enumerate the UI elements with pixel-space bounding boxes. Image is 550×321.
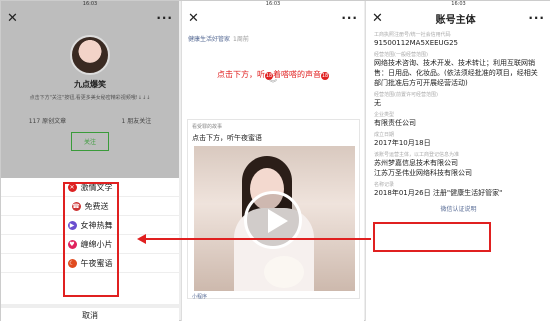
cancel-button[interactable]: 取消 [1, 304, 179, 321]
entity-details: 工商执照注册号/统一社会信用代码 91500112MA5XEEUG25 经营范围… [366, 31, 550, 213]
top-bar: ✕ ··· [182, 8, 364, 28]
field-label: 该账号运营主体，以工商登记信息为准 [374, 152, 460, 158]
profile-description: 点击下方"关注"按钮,看更多美女秘密精彩视频哦!↓↓↓ [29, 95, 151, 101]
field-value: 91500112MA5XEEUG25 [374, 39, 459, 47]
field-label: 工商执照注册号/统一社会信用代码 [374, 32, 451, 38]
more-icon[interactable]: ··· [341, 11, 358, 25]
avatar [70, 35, 110, 75]
arrow-line [143, 238, 371, 240]
field-value: 2017年10月18日 [374, 139, 431, 147]
screenshot-collage: 16:03 ✕ ··· 九点爆笑 点击下方"关注"按钮,看更多美女秘密精彩视频哦… [0, 0, 550, 321]
field-label: 经营范围(一般经营范围) [374, 52, 428, 58]
arrow-left-icon [137, 234, 146, 244]
field-label: 经营范围(前置许可经营范围) [374, 92, 438, 98]
status-bar: 16:03 [366, 1, 550, 8]
field-value: 网络技术咨询、技术开发、技术转让；利用互联网销售：日用品、化妆品。(依法须经批准… [374, 59, 538, 87]
more-icon[interactable]: ··· [156, 11, 173, 25]
status-time: 16:03 [265, 1, 281, 7]
page-title: 账号主体 [435, 14, 476, 26]
card-description: 点击下方，听午夜蜜语 [192, 134, 262, 142]
status-bar: 16:03 [182, 1, 364, 8]
field-value: 有限责任公司 [374, 119, 416, 127]
stat-following: 1 朋友关注 [121, 118, 152, 125]
entity-name-2: 江苏万圣伟业网络科技有限公司 [374, 169, 472, 177]
follow-button[interactable]: 关注 [70, 132, 109, 151]
field-label: 名称记录 [374, 182, 395, 188]
more-icon[interactable]: ··· [528, 11, 545, 25]
field-label: 成立日期 [374, 132, 395, 138]
age-badge: 18 [321, 72, 329, 80]
field-value: 无 [374, 99, 381, 107]
close-icon[interactable]: ✕ [188, 12, 199, 25]
account-link[interactable]: 健康生活好管家 [188, 34, 230, 43]
close-icon[interactable]: ✕ [372, 12, 383, 25]
panel-account-entity: 16:03 ✕ 账号主体 ··· 工商执照注册号/统一社会信用代码 915001… [365, 1, 550, 321]
close-icon[interactable]: ✕ [7, 12, 18, 25]
play-icon[interactable] [244, 191, 302, 249]
status-time: 16:03 [451, 1, 466, 7]
mini-program-card[interactable]: 看受罪的故事 点击下方，听午夜蜜语 小程序 [187, 119, 360, 300]
mini-program-label: 小程序 [192, 294, 208, 300]
profile-name: 九点爆笑 [74, 80, 106, 89]
profile-stats: 117 原创文章 1 朋友关注 [1, 116, 179, 125]
entity-name-1: 苏州梦嘉信息技术有限公司 [374, 159, 458, 167]
video-thumbnail[interactable] [194, 146, 355, 291]
chevron-down-icon: ︾ [269, 79, 277, 88]
posted-ago: 1周前 [233, 36, 249, 43]
article-meta: 健康生活好管家 1周前 [182, 34, 364, 43]
top-bar: ✕ 账号主体 ··· [366, 8, 550, 28]
panel-article: 16:03 ✕ ··· 健康生活好管家 1周前 点击下方，听18着嗒嗒的声音18… [181, 1, 364, 321]
status-time: 16:03 [82, 1, 98, 7]
status-bar: 16:03 [1, 1, 179, 8]
card-source: 看受罪的故事 [192, 124, 223, 130]
highlight-box-entity [373, 222, 491, 252]
highlight-box-menu [63, 182, 119, 297]
wechat-verify-link[interactable]: 微信认证说明 [374, 204, 543, 213]
top-bar: ✕ ··· [1, 8, 179, 28]
field-label: 企业类型 [374, 112, 395, 118]
profile-card: 九点爆笑 点击下方"关注"按钮,看更多美女秘密精彩视频哦!↓↓↓ 117 原创文… [1, 28, 179, 178]
stat-articles: 117 原创文章 [28, 118, 67, 125]
field-value: 2018年01月26日 注册"健康生活好管家" [374, 189, 503, 197]
